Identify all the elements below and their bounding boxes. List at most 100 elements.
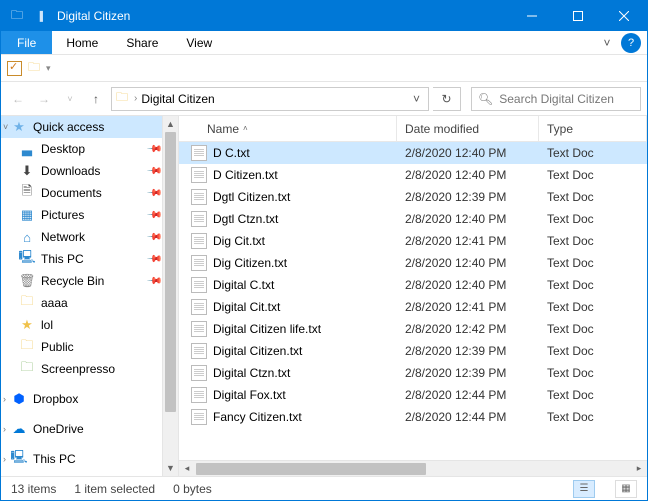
help-button[interactable]: ? <box>621 33 641 53</box>
sidebar-item-screenpresso[interactable]: 🗀Screenpresso <box>1 358 178 380</box>
sidebar-item-icon: 🗀 <box>19 295 35 311</box>
table-row[interactable]: Digital Fox.txt2/8/2020 12:44 PMText Doc <box>179 384 647 406</box>
pin-icon: 📌 <box>145 141 162 158</box>
file-date: 2/8/2020 12:44 PM <box>397 410 539 424</box>
address-folder-icon: 🗀 <box>116 88 128 109</box>
file-date: 2/8/2020 12:42 PM <box>397 322 539 336</box>
qat-overflow-icon[interactable]: ▾ <box>46 63 51 74</box>
sidebar-item-desktop[interactable]: ▃Desktop📌 <box>1 138 178 160</box>
app-folder-icon: 🗀 <box>7 6 27 27</box>
status-selection: 1 item selected <box>74 482 155 496</box>
search-input[interactable]: 🔍︎ Search Digital Citizen <box>471 87 641 111</box>
sidebar-item-aaaa[interactable]: 🗀 aaaa <box>1 292 178 314</box>
file-type: Text Doc <box>539 388 647 402</box>
table-row[interactable]: Digital Ctzn.txt2/8/2020 12:39 PMText Do… <box>179 362 647 384</box>
sidebar-item-network[interactable]: ⌂Network📌 <box>1 226 178 248</box>
scroll-up-icon[interactable]: ▲ <box>163 116 178 132</box>
ribbon-toggle-icon[interactable]: ˅ <box>595 31 619 54</box>
table-row[interactable]: D Citizen.txt2/8/2020 12:40 PMText Doc <box>179 164 647 186</box>
column-name-label: Name <box>207 122 239 136</box>
sidebar-item-pictures[interactable]: ▦Pictures📌 <box>1 204 178 226</box>
sidebar-item-lol[interactable]: ★lol <box>1 314 178 336</box>
sidebar-item-dropbox[interactable]: ›⬢Dropbox <box>1 388 178 410</box>
file-name: Digital Fox.txt <box>213 388 286 402</box>
hscroll-thumb[interactable] <box>196 463 426 475</box>
column-name[interactable]: Name ˄ <box>179 116 397 141</box>
sidebar-item-downloads[interactable]: ⬇Downloads📌 <box>1 160 178 182</box>
sidebar-item-onedrive[interactable]: ›☁OneDrive <box>1 418 178 440</box>
refresh-button[interactable]: ↻ <box>433 87 461 111</box>
text-file-icon <box>191 409 207 425</box>
forward-button[interactable]: → <box>33 88 55 110</box>
column-date[interactable]: Date modified <box>397 116 539 141</box>
sidebar-item-icon: 🗀 <box>19 339 35 355</box>
scroll-thumb[interactable] <box>165 132 176 412</box>
horizontal-scrollbar[interactable]: ◂ ▸ <box>179 460 647 476</box>
file-type: Text Doc <box>539 366 647 380</box>
tree-caret-icon[interactable]: › <box>3 394 6 404</box>
tree-caret-icon[interactable]: ˅ <box>3 122 8 132</box>
sidebar-item-public[interactable]: 🗀Public <box>1 336 178 358</box>
file-name: Digital Cit.txt <box>213 300 280 314</box>
file-name: Dig Cit.txt <box>213 234 265 248</box>
share-tab[interactable]: Share <box>112 31 172 54</box>
view-tab[interactable]: View <box>172 31 226 54</box>
sort-asc-icon: ˄ <box>243 124 248 133</box>
pin-icon: 📌 <box>145 185 162 202</box>
qat-folder-icon[interactable]: 🗀 <box>28 58 40 79</box>
scroll-left-icon[interactable]: ◂ <box>179 463 195 474</box>
view-details-button[interactable]: ☰ <box>573 480 595 498</box>
properties-toggle-icon[interactable] <box>7 61 22 76</box>
file-name: D Citizen.txt <box>213 168 278 182</box>
sidebar-item-label: aaaa <box>41 296 68 310</box>
address-drop-icon[interactable]: ˅ <box>409 92 424 106</box>
recent-drop-icon[interactable]: ˅ <box>59 88 81 110</box>
back-button[interactable]: ← <box>7 88 29 110</box>
sidebar-item-recycle-bin[interactable]: 🗑Recycle Bin📌 <box>1 270 178 292</box>
scroll-down-icon[interactable]: ▼ <box>163 460 178 476</box>
table-row[interactable]: Dig Citizen.txt2/8/2020 12:40 PMText Doc <box>179 252 647 274</box>
sidebar-item-label: Documents <box>41 186 102 200</box>
sidebar-item-icon: ▃ <box>19 141 35 157</box>
column-type[interactable]: Type <box>539 116 647 141</box>
maximize-button[interactable] <box>555 1 601 31</box>
file-name: Digital C.txt <box>213 278 274 292</box>
view-large-button[interactable]: ▦ <box>615 480 637 498</box>
sidebar-item-icon: ⬇ <box>19 163 35 179</box>
tree-caret-icon[interactable]: › <box>3 454 6 464</box>
file-name: Digital Ctzn.txt <box>213 366 290 380</box>
tree-caret-icon[interactable]: › <box>3 424 6 434</box>
address-bar[interactable]: 🗀 › Digital Citizen ˅ <box>111 87 429 111</box>
file-date: 2/8/2020 12:40 PM <box>397 168 539 182</box>
table-row[interactable]: Digital Citizen life.txt2/8/2020 12:42 P… <box>179 318 647 340</box>
breadcrumb[interactable]: Digital Citizen <box>141 92 214 106</box>
home-tab[interactable]: Home <box>52 31 112 54</box>
table-row[interactable]: Dgtl Ctzn.txt2/8/2020 12:40 PMText Doc <box>179 208 647 230</box>
file-date: 2/8/2020 12:39 PM <box>397 190 539 204</box>
minimize-button[interactable] <box>509 1 555 31</box>
table-row[interactable]: D C.txt2/8/2020 12:40 PMText Doc <box>179 142 647 164</box>
scroll-right-icon[interactable]: ▸ <box>631 463 647 474</box>
sidebar-item-this-pc[interactable]: ›🖳This PC <box>1 448 178 470</box>
table-row[interactable]: Fancy Citizen.txt 2/8/2020 12:44 PMText D… <box>179 406 647 428</box>
file-list: Name ˄ Date modified Type D C.txt2/8/202… <box>179 116 647 476</box>
file-name: Fancy Citizen.txt <box>213 410 302 424</box>
sidebar-item-label: Network <box>41 230 85 244</box>
sidebar-scrollbar[interactable]: ▲ ▼ <box>162 116 178 476</box>
close-button[interactable] <box>601 1 647 31</box>
file-type: Text Doc <box>539 322 647 336</box>
text-file-icon <box>191 277 207 293</box>
table-row[interactable]: Digital Cit.txt2/8/2020 12:41 PMText Doc <box>179 296 647 318</box>
file-type: Text Doc <box>539 410 647 424</box>
table-row[interactable]: Dig Cit.txt2/8/2020 12:41 PMText Doc <box>179 230 647 252</box>
file-tab[interactable]: File <box>1 31 52 54</box>
table-row[interactable]: Digital C.txt2/8/2020 12:40 PMText Doc <box>179 274 647 296</box>
sidebar-item-documents[interactable]: 🗎Documents📌 <box>1 182 178 204</box>
sidebar-item-label: Pictures <box>41 208 84 222</box>
sidebar-item-this-pc[interactable]: 🖳This PC📌 <box>1 248 178 270</box>
table-row[interactable]: Dgtl Citizen.txt2/8/2020 12:39 PMText Do… <box>179 186 647 208</box>
address-chevron-icon[interactable]: › <box>134 93 137 104</box>
table-row[interactable]: Digital Citizen.txt2/8/2020 12:39 PMText… <box>179 340 647 362</box>
up-button[interactable]: ↑ <box>85 88 107 110</box>
sidebar-item-quick-access[interactable]: ˅★Quick access <box>1 116 178 138</box>
